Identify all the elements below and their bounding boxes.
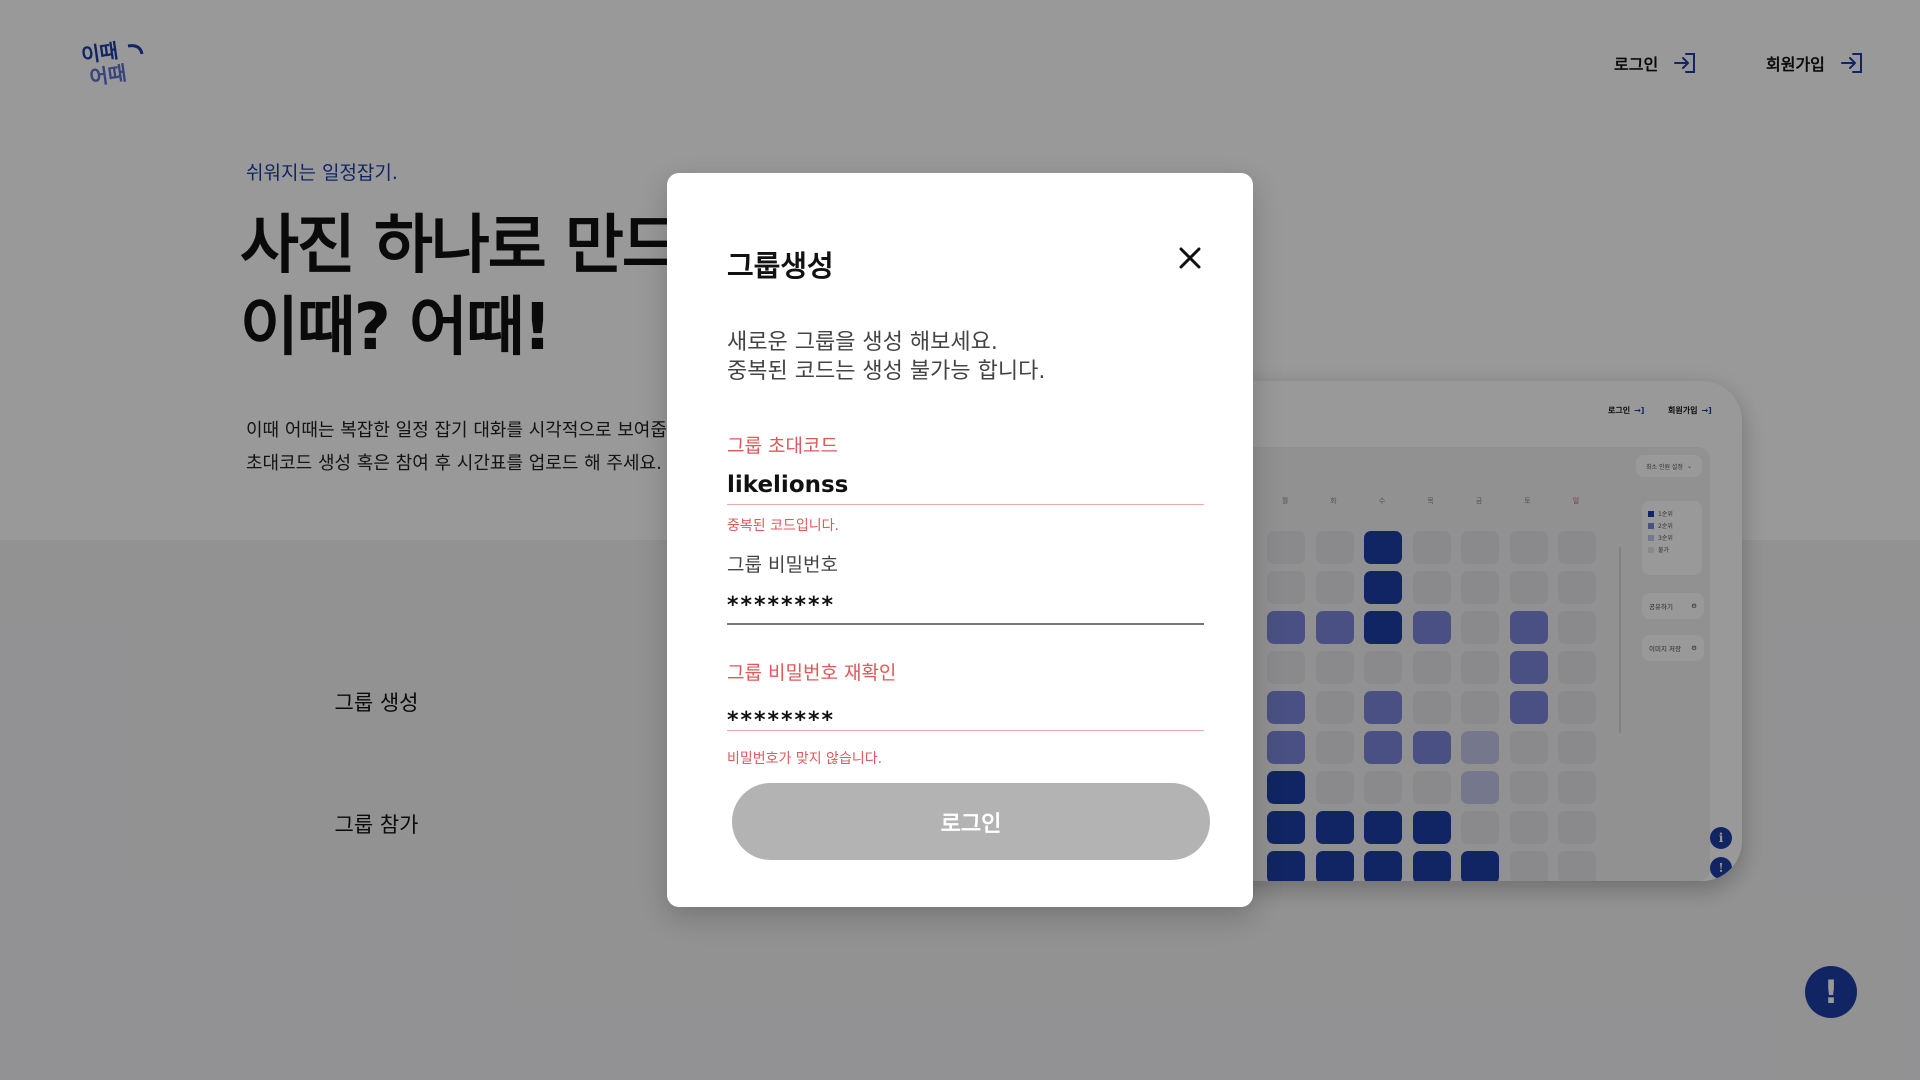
- invite-code-input[interactable]: [727, 468, 1204, 502]
- submit-button[interactable]: 로그인: [732, 783, 1210, 860]
- password-input[interactable]: [727, 588, 1204, 622]
- create-group-modal: 그룹생성 새로운 그룹을 생성 해보세요. 중복된 코드는 생성 불가능 합니다…: [667, 173, 1253, 907]
- invite-code-underline: [727, 504, 1204, 505]
- invite-code-label: 그룹 초대코드: [727, 435, 838, 457]
- modal-desc-line1: 새로운 그룹을 생성 해보세요.: [727, 330, 998, 355]
- password-confirm-label: 그룹 비밀번호 재확인: [727, 662, 897, 684]
- close-icon: [1179, 247, 1201, 269]
- password-label: 그룹 비밀번호: [727, 554, 838, 576]
- close-button[interactable]: [1175, 243, 1205, 273]
- invite-code-error: 중복된 코드입니다.: [727, 518, 839, 534]
- modal-title: 그룹생성: [727, 249, 834, 283]
- password-confirm-error: 비밀번호가 맞지 않습니다.: [727, 751, 883, 767]
- password-confirm-underline: [727, 730, 1204, 731]
- modal-description: 새로운 그룹을 생성 해보세요. 중복된 코드는 생성 불가능 합니다.: [727, 328, 1045, 386]
- password-underline: [727, 623, 1204, 625]
- modal-desc-line2: 중복된 코드는 생성 불가능 합니다.: [727, 359, 1046, 384]
- password-confirm-input[interactable]: [727, 703, 1204, 737]
